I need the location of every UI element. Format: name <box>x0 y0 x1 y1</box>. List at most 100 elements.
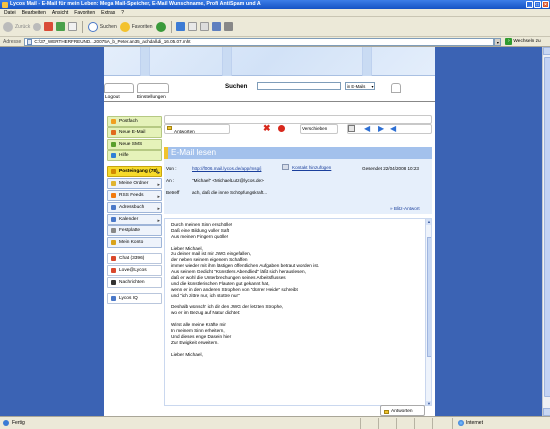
scroll-down-icon[interactable] <box>543 408 550 416</box>
sidebar-item[interactable]: Kalender ▸ <box>107 214 162 225</box>
toolbar-separator <box>170 20 172 33</box>
subject-label: Betreff <box>166 190 180 195</box>
sidebar-item[interactable]: Neue E-Mail <box>107 127 162 138</box>
message-scrollbar[interactable]: ▲ ▼ <box>425 219 431 405</box>
sidebar-item[interactable]: RSS Feeds ▸ <box>107 190 162 201</box>
menu-help[interactable]: ? <box>121 9 124 16</box>
menu-extras[interactable]: Extras <box>101 9 115 16</box>
message-body[interactable]: Durch meinen Sinn erschölle! Daß eine Bil… <box>164 218 432 406</box>
sidebar-item[interactable]: Mein Konto <box>107 237 162 248</box>
star-icon <box>119 21 130 32</box>
to-value: "Michael" <MichaelLutz@lycos.de> <box>192 178 264 183</box>
add-contact-icon[interactable] <box>282 164 289 170</box>
sidebar-item[interactable]: Chat (3396) <box>107 253 162 264</box>
page-title: E-Mail lesen <box>164 147 432 159</box>
expand-arrow-icon[interactable]: ▸ <box>157 170 160 176</box>
refresh-icon[interactable] <box>56 22 66 31</box>
message-line: Lieber Michael, <box>171 351 203 357</box>
expand-arrow-icon[interactable]: ▸ <box>157 206 160 212</box>
bottom-reply-button[interactable]: Antworten <box>380 405 425 416</box>
status-bar: Fertig Internet <box>0 416 550 429</box>
favorites-button[interactable]: Favoriten <box>119 21 153 32</box>
logout-link[interactable]: Logout <box>105 95 120 100</box>
expand-arrow-icon[interactable]: ▸ <box>157 194 160 200</box>
address-input[interactable]: C:\37_WERTHERFREUND...20075A_b_Peter.an3… <box>24 37 495 46</box>
back-to-list-icon[interactable]: ◀ <box>390 125 397 133</box>
subject-value: ach, daß die innre Schöpfungskraft... <box>192 190 268 195</box>
expand-arrow-icon[interactable]: ▸ <box>157 182 160 188</box>
sidebar-item[interactable]: Neue SMS <box>107 139 162 150</box>
address-dropdown-icon[interactable]: ▾ <box>494 37 502 46</box>
scroll-up-icon[interactable] <box>543 47 550 55</box>
maximize-icon[interactable]: □ <box>534 1 541 8</box>
sidebar-item[interactable]: Nachrichten <box>107 277 162 288</box>
sidebar-item[interactable]: Posteingang (78) ▸ <box>107 166 162 177</box>
minimize-icon[interactable]: _ <box>526 1 533 8</box>
page-scrollbar[interactable] <box>542 47 550 416</box>
move-label[interactable]: Verschieben <box>302 126 327 131</box>
sidebar-item[interactable]: Adressbuch ▸ <box>107 202 162 213</box>
forward-arrow-icon[interactable] <box>33 22 42 31</box>
scroll-down-icon[interactable]: ▼ <box>426 401 431 405</box>
stop-icon[interactable] <box>44 22 54 31</box>
back-label: Zurück <box>15 23 31 30</box>
ie-icon <box>2 1 8 8</box>
lycos-mail-page: Suchen in E-Mails Logout Einstellungen P… <box>104 47 435 416</box>
menu-ansicht[interactable]: Ansicht <box>52 9 68 16</box>
harddisk-icon <box>111 228 116 233</box>
delete-icon[interactable]: ✖ <box>263 124 271 133</box>
reply-label[interactable]: Antworten <box>174 129 195 134</box>
discuss-icon[interactable] <box>212 22 222 31</box>
menu-favoriten[interactable]: Favoriten <box>74 9 95 16</box>
menu-bearbeiten[interactable]: Bearbeiten <box>22 9 46 16</box>
print-icon[interactable] <box>348 125 355 132</box>
previous-icon[interactable]: ◀ <box>364 125 371 133</box>
header-tab <box>391 83 401 93</box>
status-separator <box>414 418 415 429</box>
from-link[interactable]: http://f006.mail.lycos.de/app/msg/j <box>192 166 261 171</box>
sidebar-item-label: Love@Lycos <box>119 268 147 273</box>
toolbar-separator <box>82 20 83 33</box>
search-button[interactable]: Suchen <box>87 21 117 32</box>
sidebar-item[interactable]: Festplatte <box>107 225 162 236</box>
history-icon[interactable] <box>155 21 166 32</box>
rss-icon <box>111 193 116 198</box>
expand-arrow-icon[interactable]: ▸ <box>157 218 160 224</box>
love-icon <box>111 268 116 273</box>
from-label: Von : <box>166 166 177 171</box>
back-button[interactable]: Zurück <box>3 21 31 32</box>
back-arrow-icon <box>3 21 13 32</box>
scroll-up-icon[interactable]: ▲ <box>426 219 431 225</box>
search-scope-select[interactable]: in E-Mails <box>345 82 375 90</box>
magnifier-icon <box>87 21 98 32</box>
next-icon[interactable]: ▶ <box>378 125 385 133</box>
home-icon[interactable] <box>68 22 78 31</box>
add-contact-link[interactable]: Kontakt hinzufügen <box>292 165 331 170</box>
menu-datei[interactable]: Datei <box>4 9 16 16</box>
mailbox-icon <box>111 119 116 124</box>
sidebar-item[interactable]: Love@Lycos <box>107 265 162 276</box>
sidebar-item-label: Meine Ordner <box>119 181 149 186</box>
close-icon[interactable]: × <box>542 1 549 8</box>
settings-link[interactable]: Einstellungen <box>137 95 166 100</box>
sidebar-item[interactable]: Lycos IQ <box>107 293 162 304</box>
status-separator <box>396 418 397 429</box>
mail-icon[interactable] <box>176 22 186 31</box>
search-input[interactable] <box>257 82 341 90</box>
quick-reply-link[interactable]: » Blitz-Antwort <box>390 206 420 211</box>
messenger-icon[interactable] <box>224 22 234 31</box>
print-icon[interactable] <box>188 22 198 31</box>
sidebar-item[interactable]: Meine Ordner ▸ <box>107 178 162 189</box>
scroll-thumb[interactable] <box>543 57 550 397</box>
spam-icon[interactable] <box>278 125 285 132</box>
sidebar-item-label: RSS Feeds <box>119 193 144 198</box>
scroll-thumb[interactable] <box>426 237 431 357</box>
bottom-reply-label: Antworten <box>391 409 413 414</box>
edit-icon[interactable] <box>200 22 210 31</box>
go-button[interactable]: › Wechseln zu <box>505 38 541 45</box>
sidebar-item[interactable]: Postfach <box>107 116 162 127</box>
sidebar-item-label: Neue SMS <box>119 142 143 147</box>
toolbar-frame <box>164 115 432 124</box>
sidebar-item[interactable]: Hilfe <box>107 150 162 161</box>
reply-icon[interactable] <box>167 126 172 130</box>
